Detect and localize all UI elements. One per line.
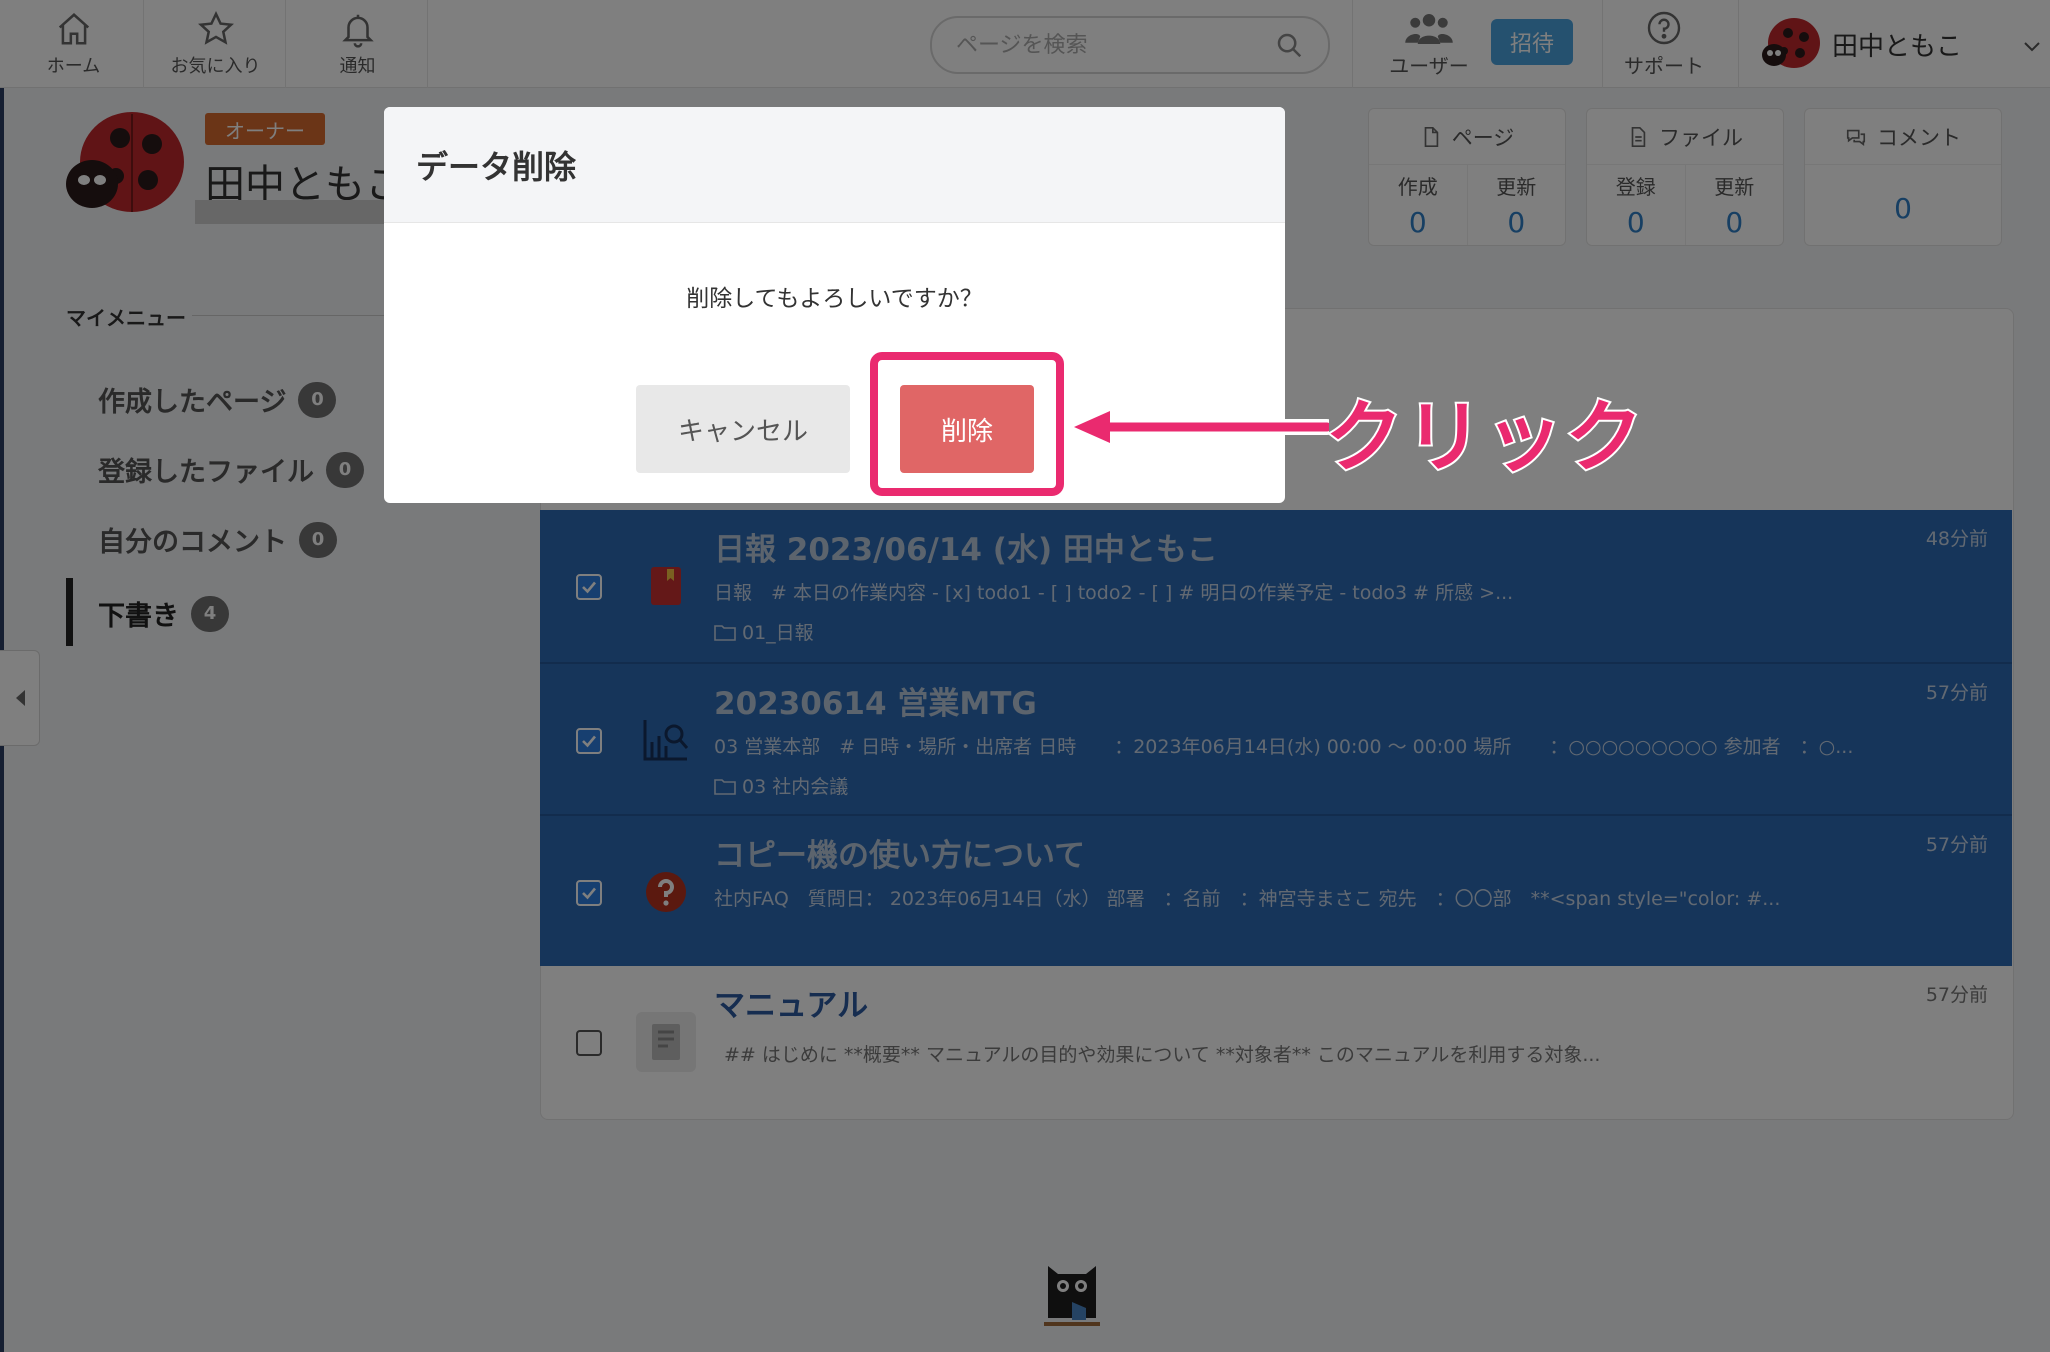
arrow-icon xyxy=(1068,406,1329,448)
highlight-box xyxy=(870,352,1064,496)
annotation-label: クリック xyxy=(1323,391,1646,485)
dialog-title: データ削除 xyxy=(384,107,1285,223)
cancel-button[interactable]: キャンセル xyxy=(636,385,850,473)
dialog-message: 削除してもよろしいですか？ xyxy=(686,286,983,312)
